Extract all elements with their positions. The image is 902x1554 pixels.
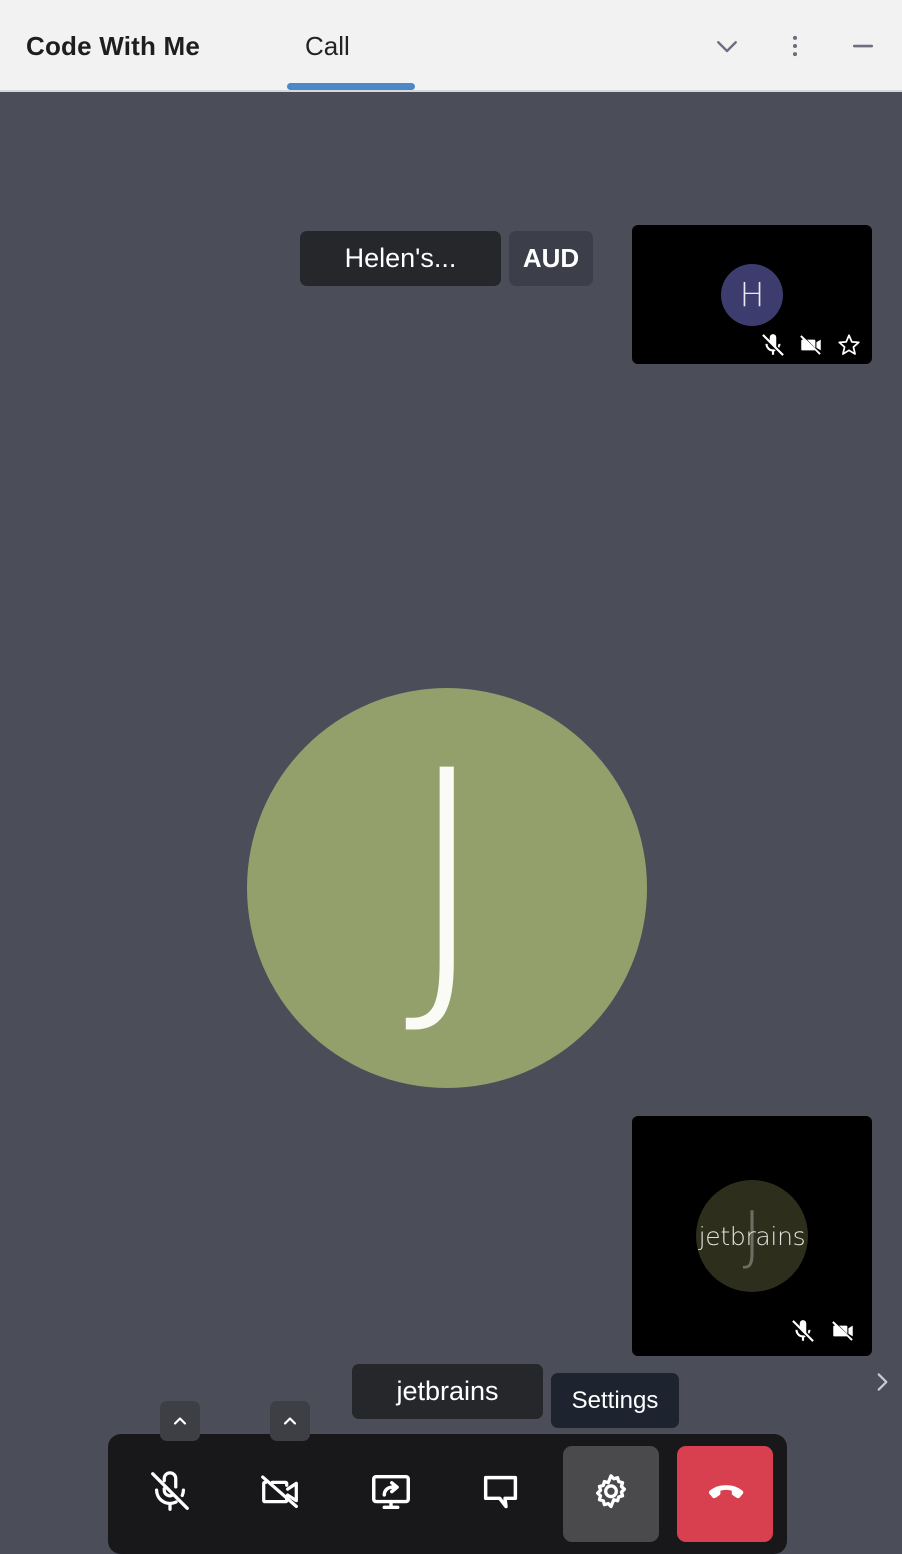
participant-name-tooltip: Helen's... (300, 231, 501, 286)
screen-share-icon (368, 1469, 414, 1520)
audio-badge: AUD (509, 231, 593, 286)
mic-off-icon (790, 1318, 816, 1344)
call-stage: Helen's... AUD H J J jetbrains jetbrains… (0, 92, 902, 1554)
main-speaker-avatar: J (247, 688, 647, 1088)
chat-icon (478, 1469, 524, 1520)
hang-up-button[interactable] (676, 1446, 773, 1542)
main-speaker-initial: J (404, 710, 490, 1047)
call-toolbar (108, 1401, 787, 1554)
participant-status-icons (760, 332, 862, 358)
camera-off-icon (830, 1318, 856, 1344)
mic-off-icon (760, 332, 786, 358)
chevron-right-icon[interactable] (866, 1364, 898, 1400)
camera-off-icon (257, 1469, 303, 1520)
minimize-icon[interactable] (846, 29, 880, 63)
window-header: Code With Me Call (0, 0, 902, 92)
screen-share-button[interactable] (343, 1446, 439, 1542)
hang-up-icon (701, 1468, 749, 1521)
window-controls (710, 0, 880, 92)
settings-tooltip: Settings (551, 1373, 679, 1428)
tab-call-label: Call (305, 30, 350, 61)
participant-name-tooltip: jetbrains (352, 1364, 543, 1419)
avatar-initial: H (739, 275, 765, 314)
microphone-options-button[interactable] (160, 1401, 201, 1441)
participant-status-icons (790, 1318, 856, 1344)
chevron-down-icon[interactable] (710, 29, 744, 63)
avatar: H (721, 263, 783, 326)
tab-active-indicator (287, 83, 415, 90)
camera-off-icon (798, 332, 824, 358)
more-options-icon[interactable] (778, 29, 812, 63)
participant-thumbnail-jetbrains[interactable]: J jetbrains (632, 1116, 872, 1356)
star-icon[interactable] (836, 332, 862, 358)
mic-off-icon (147, 1469, 193, 1520)
settings-button[interactable] (562, 1446, 659, 1542)
tab-call[interactable]: Call (287, 0, 368, 92)
page-title: Code With Me (26, 30, 201, 61)
gear-icon (589, 1470, 633, 1519)
microphone-toggle-button[interactable] (122, 1401, 218, 1542)
participant-thumbnail-helen[interactable]: H (632, 225, 872, 364)
camera-toggle-button[interactable] (232, 1401, 328, 1542)
camera-options-button[interactable] (270, 1401, 311, 1441)
chat-button[interactable] (453, 1446, 549, 1542)
avatar: J jetbrains (696, 1180, 808, 1292)
avatar-label: jetbrains (698, 1221, 806, 1251)
